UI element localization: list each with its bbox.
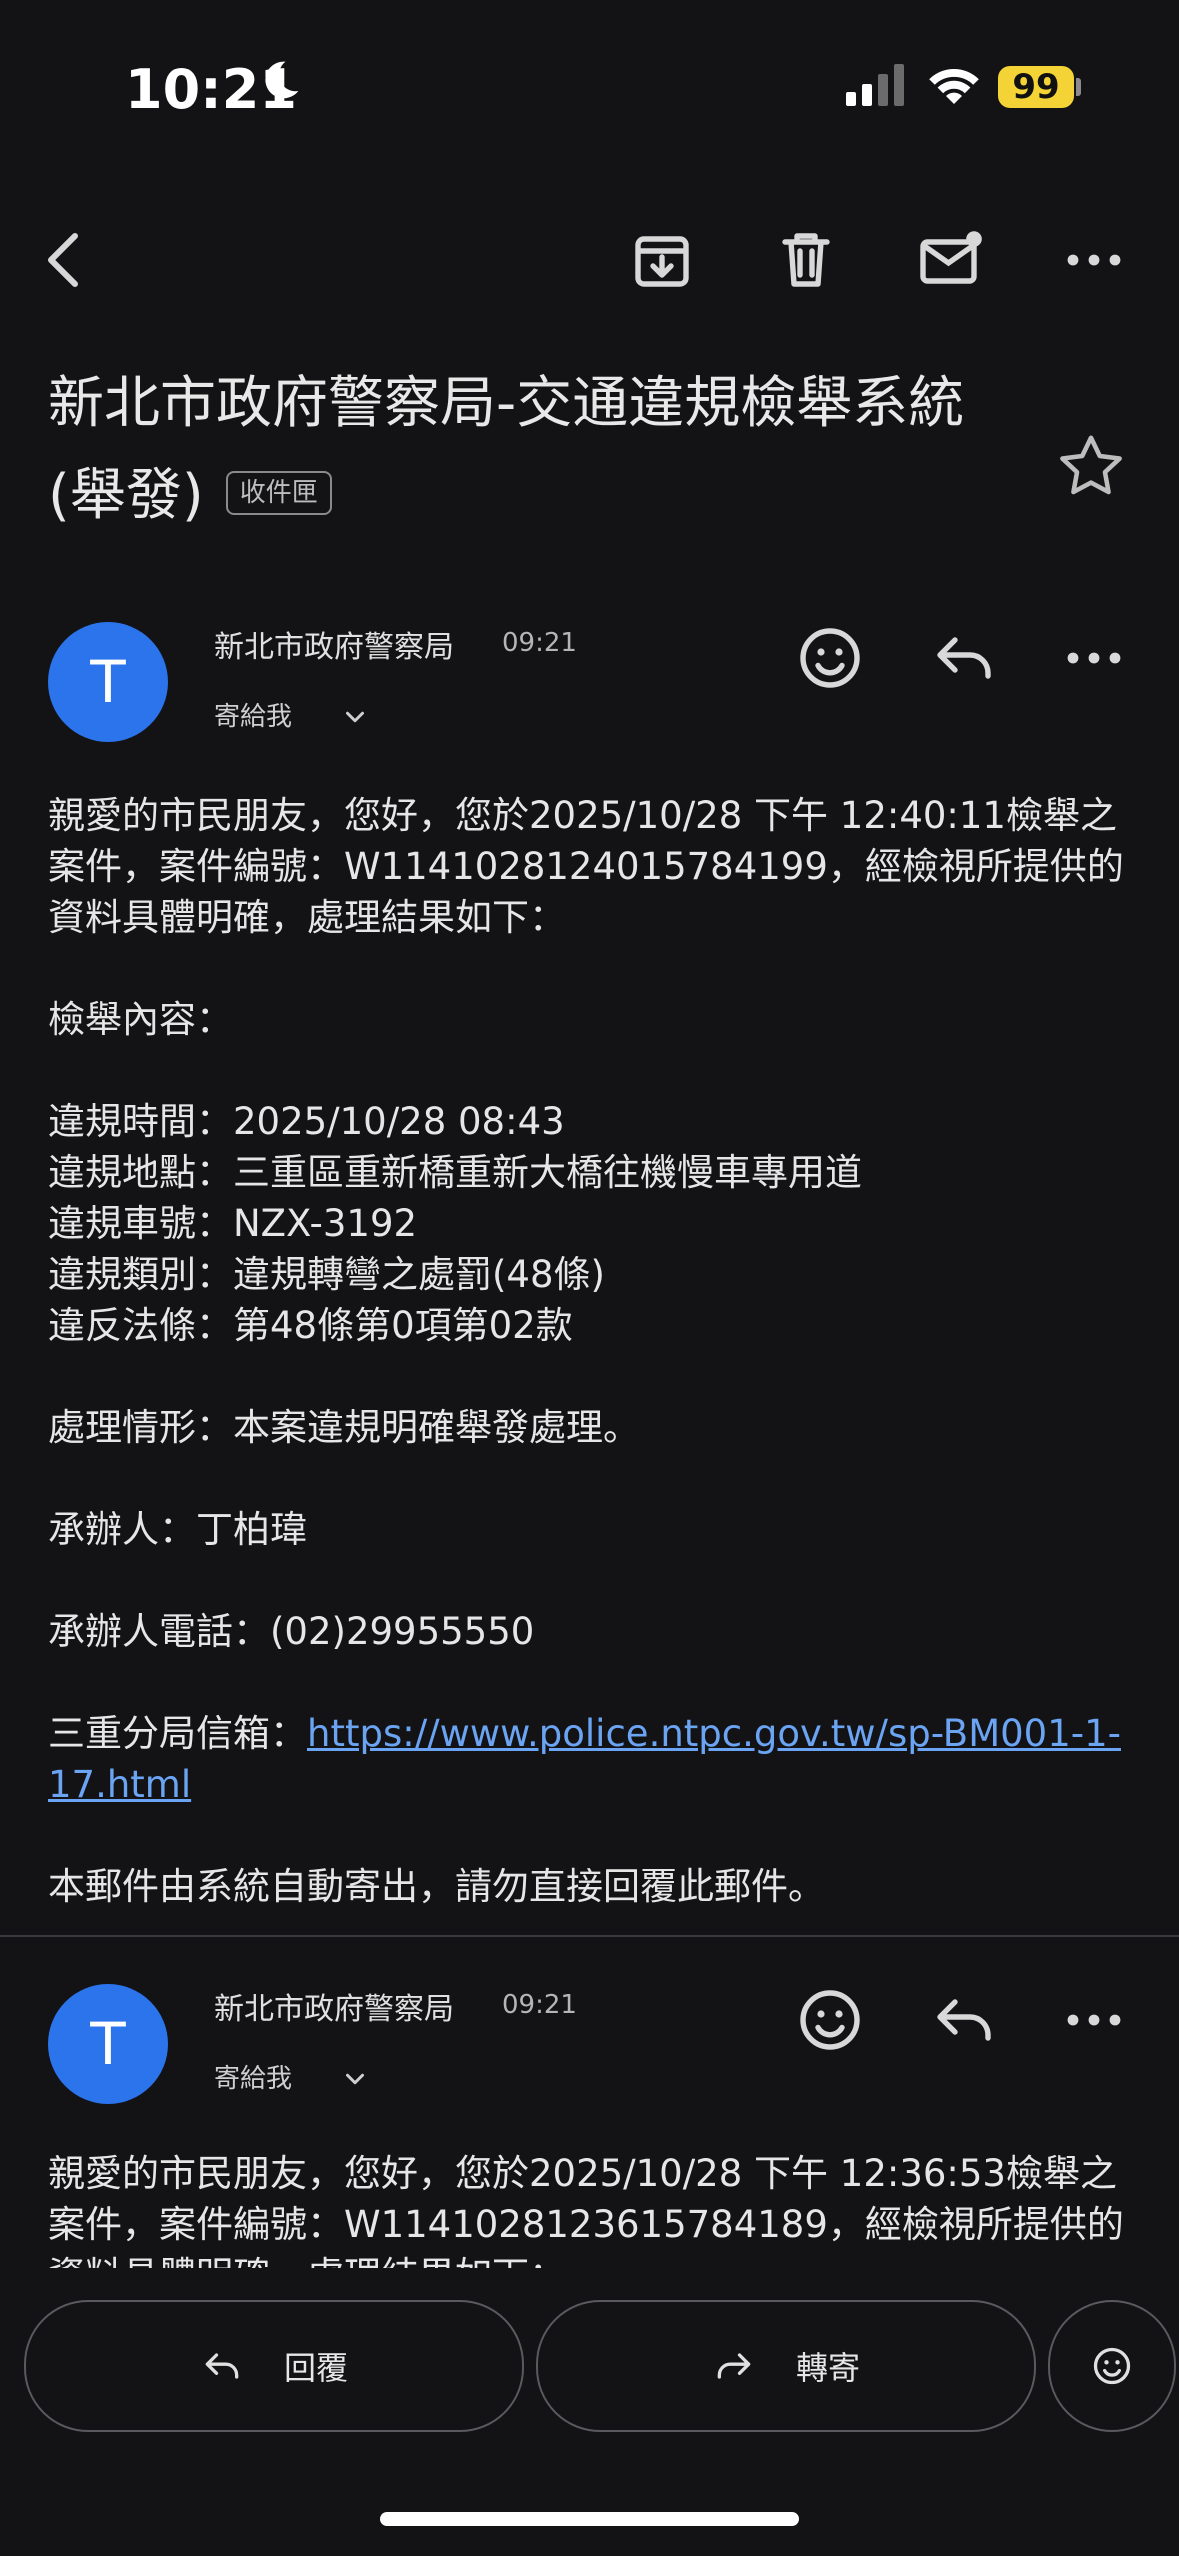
message-body-preview: 親愛的市民朋友，您好，您於2025/10/28 下午 12:36:53檢舉之案件…: [48, 2148, 1138, 2268]
chevron-down-icon[interactable]: [340, 702, 370, 732]
message-more-button[interactable]: [1058, 622, 1130, 694]
star-button[interactable]: [1052, 428, 1130, 506]
archive-button[interactable]: [626, 224, 698, 296]
email-subject: 新北市政府警察局-交通違規檢舉系統(舉發) 收件匣: [48, 358, 1008, 542]
message-divider: [0, 1935, 1179, 1937]
violation-law: 違反法條：第48條第0項第02款: [48, 1304, 573, 1347]
more-options-button[interactable]: [1058, 224, 1130, 296]
chevron-down-icon[interactable]: [340, 2064, 370, 2094]
sender-name: 新北市政府警察局: [214, 630, 454, 665]
officer-name: 承辦人：丁柏瑋: [48, 1508, 307, 1551]
report-heading: 檢舉內容：: [48, 998, 233, 1041]
violation-plate: 違規車號：NZX-3192: [48, 1202, 418, 1245]
emoji-reaction-button[interactable]: [794, 622, 866, 694]
violation-category: 違規類別：違規轉彎之處罰(48條): [48, 1253, 605, 1296]
subject-text: 新北市政府警察局-交通違規檢舉系統(舉發): [48, 371, 965, 528]
reply-label: 回覆: [283, 2349, 348, 2387]
reply-icon: [205, 2353, 239, 2379]
message-time: 09:21: [502, 628, 577, 658]
reply-button[interactable]: [928, 622, 1000, 694]
message-time: 09:21: [502, 1990, 577, 2020]
wifi-icon: [926, 62, 982, 106]
mark-unread-button[interactable]: [914, 224, 986, 296]
emoji-reaction-button[interactable]: [794, 1984, 866, 2056]
officer-phone: 承辦人電話：(02)29955550: [48, 1610, 535, 1653]
back-button[interactable]: [30, 224, 102, 296]
emoji-action-button[interactable]: [1048, 2300, 1176, 2432]
sender-name: 新北市政府警察局: [214, 1992, 454, 2027]
message-body-intro: 親愛的市民朋友，您好，您於2025/10/28 下午 12:36:53檢舉之案件…: [48, 2152, 1124, 2268]
violation-time: 違規時間：2025/10/28 08:43: [48, 1100, 565, 1143]
recipient-label[interactable]: 寄給我: [214, 696, 292, 733]
battery-indicator: 99: [998, 66, 1074, 108]
emoji-icon: [1093, 2347, 1131, 2385]
cellular-signal-icon: [846, 64, 906, 106]
inbox-label-chip[interactable]: 收件匣: [225, 470, 332, 515]
delete-button[interactable]: [770, 224, 842, 296]
handling-status: 處理情形：本案違規明確舉發處理。: [48, 1406, 640, 1449]
forward-icon: [717, 2353, 751, 2379]
reply-button[interactable]: [928, 1984, 1000, 2056]
auto-message-footer: 本郵件由系統自動寄出，請勿直接回覆此郵件。: [48, 1865, 825, 1908]
message-more-button[interactable]: [1058, 1984, 1130, 2056]
mailbox-label: 三重分局信箱：: [48, 1712, 307, 1755]
recipient-label[interactable]: 寄給我: [214, 2058, 292, 2095]
reply-action-button[interactable]: 回覆: [24, 2300, 524, 2432]
moon-icon: [258, 58, 302, 102]
avatar[interactable]: T: [48, 622, 168, 742]
forward-action-button[interactable]: 轉寄: [536, 2300, 1036, 2432]
forward-label: 轉寄: [795, 2349, 860, 2387]
mailbox-line: 三重分局信箱：https://www.police.ntpc.gov.tw/sp…: [48, 1708, 1138, 1810]
violation-place: 違規地點：三重區重新橋重新大橋往機慢車專用道: [48, 1151, 862, 1194]
avatar[interactable]: T: [48, 1984, 168, 2104]
battery-tip: [1076, 78, 1081, 96]
message-body-intro: 親愛的市民朋友，您好，您於2025/10/28 下午 12:40:11檢舉之案件…: [48, 794, 1124, 939]
home-indicator: [380, 2512, 799, 2526]
